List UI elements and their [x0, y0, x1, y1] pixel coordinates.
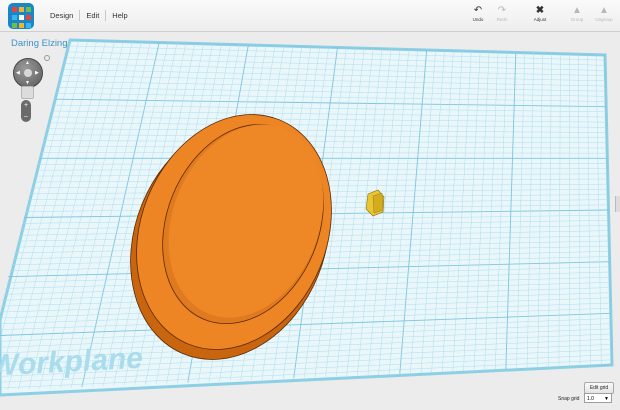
adjust-cross-icon: ✖ [535, 5, 545, 16]
main-menu: Design Edit Help [44, 0, 134, 31]
top-bar: Design Edit Help ↶ Undo ↷ Redo ✖ Adjust … [0, 0, 620, 32]
group-label: Group [570, 17, 584, 22]
orbit-center[interactable] [24, 69, 32, 77]
zoom-out-icon[interactable]: – [21, 111, 31, 122]
redo-label: Redo [496, 17, 508, 22]
redo-arrow-icon: ↷ [497, 5, 507, 16]
ungroup-label: Ungroup [595, 17, 613, 22]
group-shapes-icon: ▲ [572, 5, 582, 16]
adjust-button[interactable]: ✖ Adjust [528, 5, 552, 22]
menu-help[interactable]: Help [106, 11, 133, 20]
menu-design[interactable]: Design [44, 11, 79, 20]
workplane-side-tab[interactable] [615, 196, 620, 212]
redo-button[interactable]: ↷ Redo [490, 5, 514, 22]
design-title[interactable]: Daring Elzing [11, 38, 68, 49]
scene-canvas[interactable]: Workplane [0, 32, 620, 410]
tinkercad-logo[interactable] [8, 3, 34, 29]
yellow-small-shape[interactable] [365, 189, 385, 217]
zoom-control[interactable]: + – [21, 100, 31, 122]
orbit-left-icon[interactable]: ◀ [16, 70, 20, 76]
orbit-right-icon[interactable]: ▶ [35, 70, 39, 76]
snap-grid-label: Snap grid [558, 396, 580, 402]
undo-label: Undo [472, 17, 484, 22]
zoom-in-icon[interactable]: + [21, 100, 31, 111]
undo-arrow-icon: ↶ [473, 5, 483, 16]
undo-button[interactable]: ↶ Undo [466, 5, 490, 22]
home-view-button[interactable] [21, 86, 34, 99]
3d-viewport[interactable]: Workplane [0, 32, 620, 410]
ungroup-button[interactable]: ▲ Ungroup [592, 5, 616, 22]
ungroup-shapes-icon: ▲ [599, 5, 609, 16]
group-button[interactable]: ▲ Group [565, 5, 589, 22]
view-orbit-control[interactable]: ▲ ▼ ◀ ▶ [13, 58, 43, 88]
adjust-label: Adjust [533, 17, 547, 22]
snap-grid-value: 1.0 [587, 396, 594, 402]
snap-grid-select[interactable]: 1.0 ▼ [584, 393, 612, 403]
orbit-up-icon[interactable]: ▲ [25, 60, 30, 66]
view-cube-toggle[interactable] [44, 55, 50, 61]
menu-edit[interactable]: Edit [80, 11, 105, 20]
chevron-down-icon: ▼ [604, 396, 609, 402]
